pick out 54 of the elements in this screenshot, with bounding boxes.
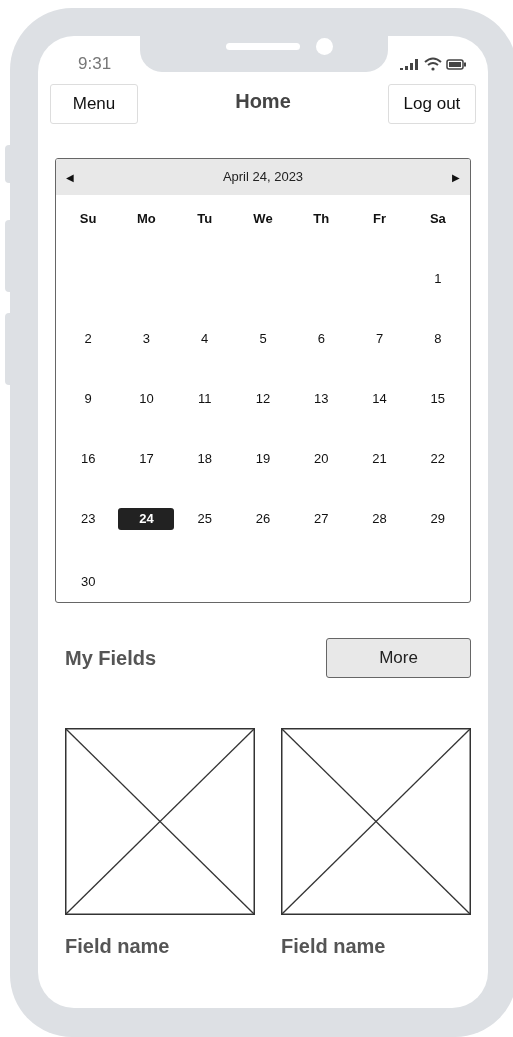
calendar-day[interactable]: 7 — [371, 328, 388, 350]
calendar-day[interactable]: 14 — [368, 388, 391, 410]
image-placeholder-icon — [65, 728, 255, 915]
calendar-day[interactable]: 11 — [193, 388, 216, 410]
menu-button[interactable]: Menu — [50, 84, 138, 124]
calendar-day[interactable]: 6 — [313, 328, 329, 350]
section-title: My Fields — [65, 646, 157, 671]
weekday-label: Mo — [137, 210, 156, 229]
weekday-label: Tu — [197, 210, 213, 229]
speaker-icon — [226, 43, 300, 50]
calendar-day[interactable]: 2 — [80, 328, 96, 350]
wifi-icon — [424, 57, 442, 71]
calendar-day[interactable]: 23 — [76, 508, 100, 530]
calendar-day[interactable]: 10 — [135, 388, 158, 410]
calendar-day[interactable]: 12 — [251, 388, 275, 410]
next-month-button[interactable]: ▶ — [452, 169, 460, 185]
calendar-day[interactable]: 26 — [251, 508, 275, 530]
more-button[interactable]: More — [326, 638, 471, 678]
calendar-day[interactable]: 8 — [430, 328, 446, 350]
signal-icon — [400, 58, 420, 70]
page-title: Home — [235, 89, 291, 114]
calendar-day[interactable]: 5 — [255, 328, 271, 350]
field-name: Field name — [65, 934, 171, 959]
field-name: Field name — [281, 934, 387, 959]
calendar-day[interactable]: 19 — [251, 448, 275, 470]
calendar-day[interactable]: 29 — [426, 508, 450, 530]
weekday-label: Th — [313, 210, 330, 229]
calendar-day[interactable]: 9 — [80, 388, 96, 410]
calendar-day[interactable]: 30 — [76, 571, 100, 593]
calendar-day[interactable]: 16 — [76, 448, 100, 470]
calendar-day[interactable]: 28 — [368, 508, 391, 530]
calendar-day[interactable]: 22 — [426, 448, 450, 470]
calendar-day[interactable]: 21 — [368, 448, 391, 470]
calendar-day[interactable]: 4 — [197, 328, 213, 350]
calendar-day[interactable]: 20 — [310, 448, 333, 470]
weekday-label: Su — [79, 210, 97, 229]
calendar-day[interactable]: 17 — [135, 448, 158, 470]
calendar-day[interactable]: 3 — [138, 328, 155, 350]
weekday-label: Fr — [373, 210, 387, 229]
calendar-day[interactable]: 25 — [193, 508, 216, 530]
image-placeholder-icon — [281, 728, 471, 915]
calendar-day[interactable]: 15 — [426, 388, 450, 410]
calendar-day[interactable]: 27 — [310, 508, 333, 530]
battery-icon — [446, 58, 466, 70]
previous-month-button[interactable]: ◀ — [66, 169, 74, 185]
calendar-day[interactable]: 18 — [193, 448, 216, 470]
logout-button[interactable]: Log out — [388, 84, 476, 124]
status-time: 9:31 — [78, 53, 112, 76]
calendar-title: April 24, 2023 — [222, 168, 304, 187]
weekday-label: Sa — [429, 210, 446, 229]
weekday-label: We — [253, 210, 273, 229]
calendar-day[interactable]: 1 — [430, 268, 446, 290]
calendar-day[interactable]: 24 — [118, 508, 175, 530]
calendar-day[interactable]: 13 — [310, 388, 333, 410]
